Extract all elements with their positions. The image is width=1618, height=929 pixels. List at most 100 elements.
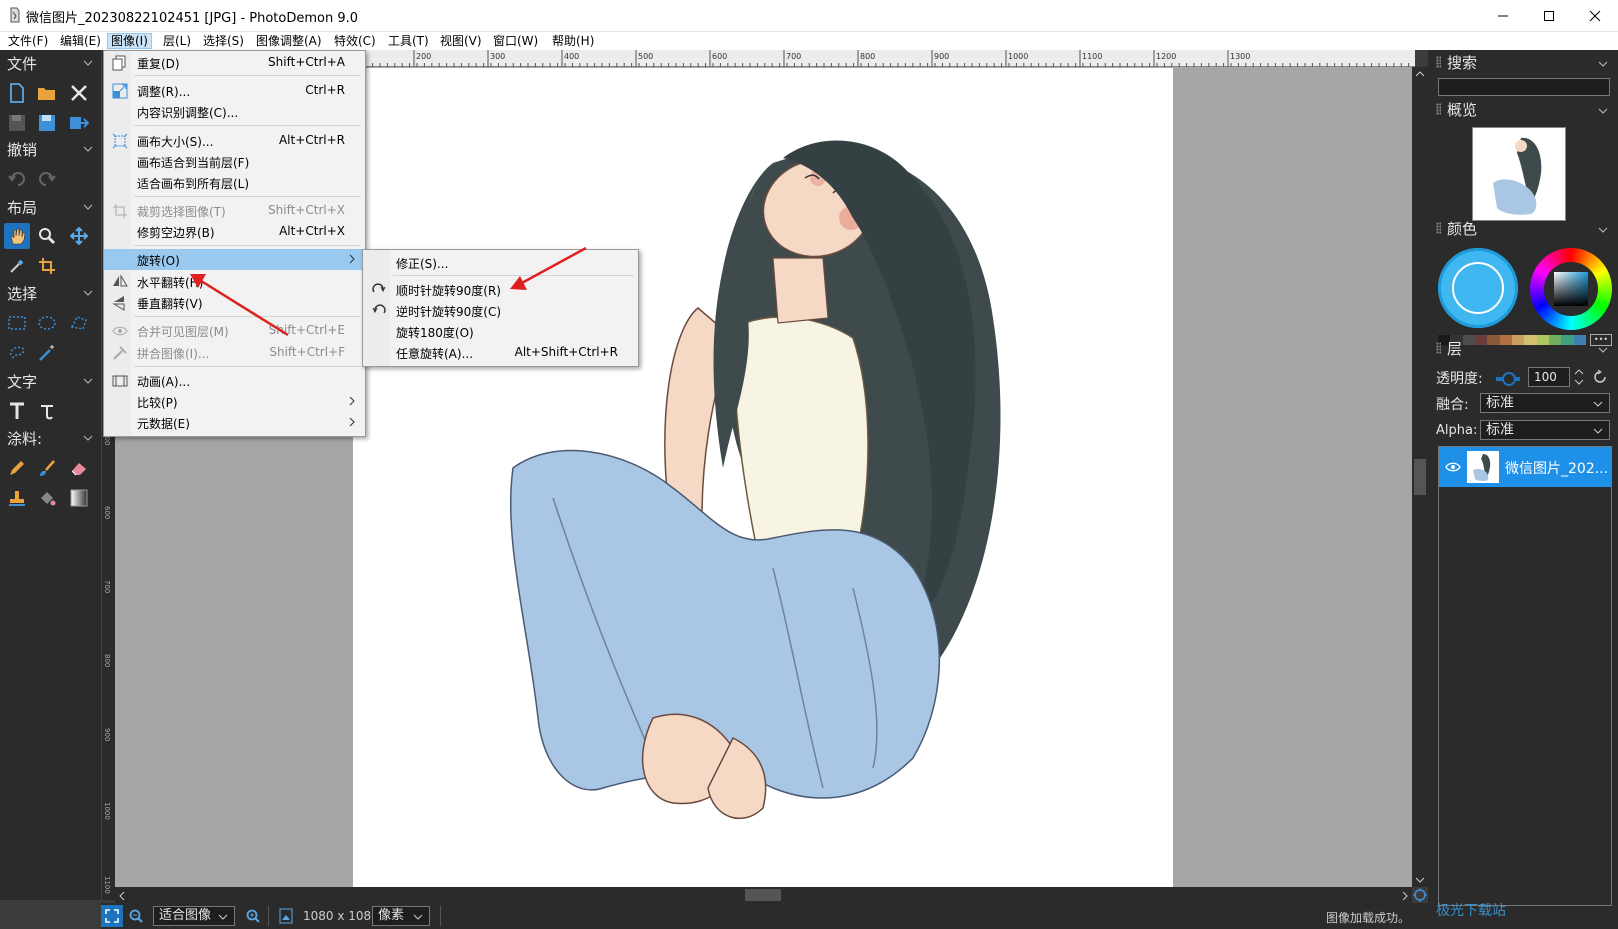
zoom-in-icon[interactable] [246,909,260,923]
menu-item-rotate[interactable]: 旋转(O) [104,249,365,270]
menu-window[interactable]: 窗口(W) [490,33,541,49]
menu-item-resize[interactable]: 调整(R)... Ctrl+R [104,80,365,101]
redo-button[interactable] [34,166,60,192]
polygon-select-tool[interactable] [66,310,92,336]
menu-item-flip-vertical[interactable]: 垂直翻转(V) [104,292,365,313]
color-wheel[interactable] [1530,248,1612,330]
menu-help[interactable]: 帮助(H) [549,33,597,49]
eraser-tool[interactable] [66,455,92,481]
menu-item-rotate-ccw-90[interactable]: 逆时针旋转90度(C) [363,300,638,321]
image-canvas[interactable] [353,68,1173,888]
export-button[interactable] [66,110,92,136]
open-icon [38,88,55,100]
undo-button[interactable] [4,166,30,192]
menu-item-trim-borders[interactable]: 修剪空边界(B) Alt+Ctrl+X [104,221,365,242]
menu-item-straighten[interactable]: 修正(S)... [363,252,638,273]
color-panel-header[interactable]: 颜色 [1436,218,1477,240]
menu-effects[interactable]: 特效(C) [331,33,379,49]
search-panel-header[interactable]: 搜索 [1436,52,1477,74]
zoom-out-icon[interactable] [129,909,143,923]
search-input[interactable] [1438,78,1610,96]
reset-icon[interactable] [1592,369,1608,385]
open-image-button[interactable] [34,80,60,106]
move-tool[interactable] [66,223,92,249]
new-image-button[interactable] [4,80,30,106]
pencil-tool[interactable] [4,455,30,481]
eyedropper-tool[interactable] [4,253,30,279]
primary-color-swatch[interactable] [1438,248,1518,328]
hand-tool[interactable] [4,223,30,249]
toolbox-section-layout[interactable]: 布局 [0,196,101,220]
horizontal-scrollbar[interactable] [115,887,1412,903]
ellipse-select-tool[interactable] [34,310,60,336]
clone-stamp-tool[interactable] [4,485,30,511]
toolbox-section-paint[interactable]: 涂料: [0,427,101,451]
fill-tool[interactable] [34,485,60,511]
menu-item-canvas-size[interactable]: 画布大小(S)... Alt+Ctrl+R [104,130,365,151]
menu-adjustments[interactable]: 图像调整(A) [253,33,325,49]
thumbnail-illustration [1493,137,1542,215]
overview-panel-header[interactable]: 概览 [1436,99,1477,121]
menu-item-fit-canvas-all-layers[interactable]: 适合画布到所有层(L) [104,172,365,193]
save-icon [9,115,25,131]
menu-item-animation[interactable]: 动画(A)... [104,370,365,391]
alpha-mode-dropdown[interactable]: 标准 [1480,420,1610,440]
rect-select-tool[interactable] [4,310,30,336]
menu-layer[interactable]: 层(L) [160,33,194,49]
menu-item-compare[interactable]: 比较(P) [104,391,365,412]
horizontal-scroll-thumb[interactable] [745,889,781,901]
eye-icon[interactable] [1445,461,1461,473]
typography-tool[interactable] [34,398,60,424]
menu-edit[interactable]: 编辑(E) [57,33,104,49]
layer-row[interactable]: 微信图片_202... [1439,447,1611,487]
menu-item-metadata[interactable]: 元数据(E) [104,412,365,433]
maximize-button[interactable] [1526,0,1572,32]
submenu-arrow-icon [349,417,355,427]
vertical-scrollbar[interactable] [1412,67,1428,887]
text-tool[interactable] [4,398,30,424]
fit-to-window-button[interactable] [101,905,123,927]
rotate-cw-icon [372,283,386,293]
layers-panel-header[interactable]: 层 [1436,338,1462,360]
zoom-tool[interactable] [34,223,60,249]
toolbox-section-text[interactable]: 文字 [0,370,101,394]
menu-select[interactable]: 选择(S) [200,33,247,49]
magic-wand-tool[interactable] [34,340,60,366]
overview-thumbnail[interactable] [1472,127,1566,221]
navigator-icon[interactable] [1412,887,1428,903]
menu-bar: 文件(F) 编辑(E) 图像(I) 层(L) 选择(S) 图像调整(A) 特效(… [0,32,1618,50]
lasso-tool[interactable] [4,340,30,366]
menu-item-rotate-180[interactable]: 旋转180度(O) [363,321,638,342]
toolbox-section-file[interactable]: 文件 [0,52,101,76]
menu-item-arbitrary-rotate[interactable]: 任意旋转(A)... Alt+Shift+Ctrl+R [363,342,638,363]
menu-item-duplicate[interactable]: 重复(D) Shift+Ctrl+A [104,52,365,73]
toolbox-section-undo[interactable]: 撤销 [0,138,101,162]
crop-tool[interactable] [34,253,60,279]
opacity-input[interactable]: 100 [1528,367,1570,387]
vertical-scroll-thumb[interactable] [1414,459,1426,495]
new-icon [10,83,24,103]
lasso-icon [9,346,25,360]
close-button[interactable] [1572,0,1618,32]
menu-item-flip-horizontal[interactable]: 水平翻转(H) [104,271,365,292]
brush-tool[interactable] [34,455,60,481]
menu-view[interactable]: 视图(V) [437,33,485,49]
more-colors-button[interactable]: ••• [1590,334,1612,346]
menu-item-rotate-cw-90[interactable]: 顺时针旋转90度(R) [363,279,638,300]
blend-mode-dropdown[interactable]: 标准 [1480,393,1610,413]
save-button[interactable] [4,110,30,136]
gradient-tool[interactable] [66,485,92,511]
menu-file[interactable]: 文件(F) [5,33,51,49]
opacity-slider[interactable] [1496,372,1520,386]
minimize-button[interactable] [1480,0,1526,32]
menu-item-fit-canvas-layer[interactable]: 画布适合到当前层(F) [104,151,365,172]
toolbox-section-select[interactable]: 选择 [0,282,101,306]
zoom-dropdown[interactable]: 适合图像 [153,906,235,926]
close-image-button[interactable] [66,80,92,106]
spinner-icon[interactable] [1574,368,1584,386]
save-as-button[interactable] [34,110,60,136]
menu-item-content-aware-resize[interactable]: 内容识别调整(C)... [104,101,365,122]
menu-tools[interactable]: 工具(T) [385,33,432,49]
menu-image[interactable]: 图像(I) [107,33,152,49]
unit-dropdown[interactable]: 像素 [372,906,430,926]
